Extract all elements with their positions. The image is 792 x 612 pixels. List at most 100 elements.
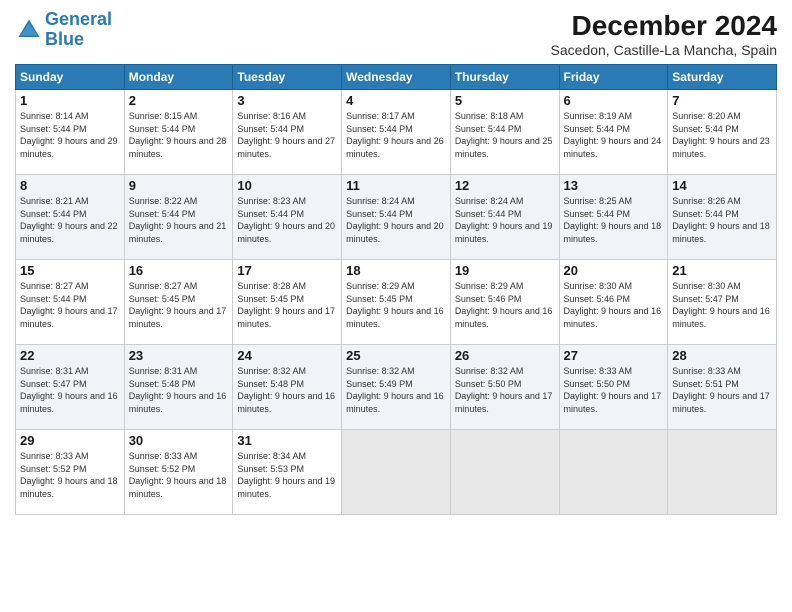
- calendar-subtitle: Sacedon, Castille-La Mancha, Spain: [551, 42, 777, 58]
- day-number: 26: [455, 348, 555, 363]
- day-number: 4: [346, 93, 446, 108]
- table-row: 22 Sunrise: 8:31 AMSunset: 5:47 PMDayligh…: [16, 345, 125, 430]
- col-sunday: Sunday: [16, 65, 125, 90]
- table-row: 14 Sunrise: 8:26 AMSunset: 5:44 PMDayligh…: [668, 175, 777, 260]
- day-number: 16: [129, 263, 229, 278]
- table-row: 18 Sunrise: 8:29 AMSunset: 5:45 PMDayligh…: [342, 260, 451, 345]
- logo-icon: [15, 16, 43, 44]
- calendar-table: Sunday Monday Tuesday Wednesday Thursday…: [15, 64, 777, 515]
- day-info: Sunrise: 8:16 AMSunset: 5:44 PMDaylight:…: [237, 110, 337, 160]
- day-number: 10: [237, 178, 337, 193]
- day-info: Sunrise: 8:29 AMSunset: 5:45 PMDaylight:…: [346, 280, 446, 330]
- day-info: Sunrise: 8:14 AMSunset: 5:44 PMDaylight:…: [20, 110, 120, 160]
- day-number: 23: [129, 348, 229, 363]
- calendar-week-row: 8Sunrise: 8:21 AMSunset: 5:44 PMDaylight…: [16, 175, 777, 260]
- day-number: 19: [455, 263, 555, 278]
- day-number: 7: [672, 93, 772, 108]
- table-row: 25Sunrise: 8:32 AMSunset: 5:49 PMDayligh…: [342, 345, 451, 430]
- day-number: 12: [455, 178, 555, 193]
- day-info: Sunrise: 8:25 AMSunset: 5:44 PMDaylight:…: [564, 195, 664, 245]
- col-monday: Monday: [124, 65, 233, 90]
- day-number: 15: [20, 263, 120, 278]
- day-info: Sunrise: 8:28 AMSunset: 5:45 PMDaylight:…: [237, 280, 337, 330]
- day-info: Sunrise: 8:33 AMSunset: 5:52 PMDaylight:…: [129, 450, 229, 500]
- logo-blue: Blue: [45, 29, 84, 49]
- day-number: 14: [672, 178, 772, 193]
- day-number: 11: [346, 178, 446, 193]
- day-info: Sunrise: 8:32 AMSunset: 5:50 PMDaylight:…: [455, 365, 555, 415]
- col-friday: Friday: [559, 65, 668, 90]
- page: General Blue December 2024 Sacedon, Cast…: [0, 0, 792, 612]
- day-number: 18: [346, 263, 446, 278]
- day-number: 2: [129, 93, 229, 108]
- table-row: 4 Sunrise: 8:17 AMSunset: 5:44 PMDaylight…: [342, 90, 451, 175]
- table-row: [559, 430, 668, 515]
- day-number: 9: [129, 178, 229, 193]
- day-number: 31: [237, 433, 337, 448]
- table-row: 29 Sunrise: 8:33 AMSunset: 5:52 PMDayligh…: [16, 430, 125, 515]
- table-row: 23Sunrise: 8:31 AMSunset: 5:48 PMDayligh…: [124, 345, 233, 430]
- table-row: 26 Sunrise: 8:32 AMSunset: 5:50 PMDayligh…: [450, 345, 559, 430]
- day-info: Sunrise: 8:34 AMSunset: 5:53 PMDaylight:…: [237, 450, 337, 500]
- day-info: Sunrise: 8:24 AMSunset: 5:44 PMDaylight:…: [455, 195, 555, 245]
- table-row: 8Sunrise: 8:21 AMSunset: 5:44 PMDaylight…: [16, 175, 125, 260]
- table-row: 5 Sunrise: 8:18 AMSunset: 5:44 PMDaylight…: [450, 90, 559, 175]
- table-row: 20 Sunrise: 8:30 AMSunset: 5:46 PMDayligh…: [559, 260, 668, 345]
- day-number: 13: [564, 178, 664, 193]
- day-number: 22: [20, 348, 120, 363]
- table-row: 12 Sunrise: 8:24 AMSunset: 5:44 PMDayligh…: [450, 175, 559, 260]
- table-row: 1 Sunrise: 8:14 AMSunset: 5:44 PMDaylight…: [16, 90, 125, 175]
- table-row: 28 Sunrise: 8:33 AMSunset: 5:51 PMDayligh…: [668, 345, 777, 430]
- col-thursday: Thursday: [450, 65, 559, 90]
- day-info: Sunrise: 8:22 AMSunset: 5:44 PMDaylight:…: [129, 195, 229, 245]
- calendar-header-row: Sunday Monday Tuesday Wednesday Thursday…: [16, 65, 777, 90]
- col-saturday: Saturday: [668, 65, 777, 90]
- day-number: 30: [129, 433, 229, 448]
- table-row: 15 Sunrise: 8:27 AMSunset: 5:44 PMDayligh…: [16, 260, 125, 345]
- day-info: Sunrise: 8:33 AMSunset: 5:52 PMDaylight:…: [20, 450, 120, 500]
- title-block: December 2024 Sacedon, Castille-La Manch…: [551, 10, 777, 58]
- day-number: 3: [237, 93, 337, 108]
- table-row: 19 Sunrise: 8:29 AMSunset: 5:46 PMDayligh…: [450, 260, 559, 345]
- logo-text: General Blue: [45, 10, 112, 50]
- day-number: 21: [672, 263, 772, 278]
- day-number: 6: [564, 93, 664, 108]
- table-row: 16Sunrise: 8:27 AMSunset: 5:45 PMDayligh…: [124, 260, 233, 345]
- day-info: Sunrise: 8:33 AMSunset: 5:51 PMDaylight:…: [672, 365, 772, 415]
- day-info: Sunrise: 8:26 AMSunset: 5:44 PMDaylight:…: [672, 195, 772, 245]
- day-info: Sunrise: 8:29 AMSunset: 5:46 PMDaylight:…: [455, 280, 555, 330]
- col-tuesday: Tuesday: [233, 65, 342, 90]
- table-row: [668, 430, 777, 515]
- table-row: 30 Sunrise: 8:33 AMSunset: 5:52 PMDayligh…: [124, 430, 233, 515]
- day-number: 1: [20, 93, 120, 108]
- day-info: Sunrise: 8:23 AMSunset: 5:44 PMDaylight:…: [237, 195, 337, 245]
- table-row: 2Sunrise: 8:15 AMSunset: 5:44 PMDaylight…: [124, 90, 233, 175]
- day-info: Sunrise: 8:30 AMSunset: 5:46 PMDaylight:…: [564, 280, 664, 330]
- table-row: [450, 430, 559, 515]
- table-row: 31 Sunrise: 8:34 AMSunset: 5:53 PMDayligh…: [233, 430, 342, 515]
- day-number: 29: [20, 433, 120, 448]
- day-info: Sunrise: 8:24 AMSunset: 5:44 PMDaylight:…: [346, 195, 446, 245]
- calendar-week-row: 29 Sunrise: 8:33 AMSunset: 5:52 PMDayligh…: [16, 430, 777, 515]
- day-info: Sunrise: 8:17 AMSunset: 5:44 PMDaylight:…: [346, 110, 446, 160]
- table-row: 13 Sunrise: 8:25 AMSunset: 5:44 PMDayligh…: [559, 175, 668, 260]
- day-number: 24: [237, 348, 337, 363]
- table-row: 6 Sunrise: 8:19 AMSunset: 5:44 PMDaylight…: [559, 90, 668, 175]
- day-info: Sunrise: 8:19 AMSunset: 5:44 PMDaylight:…: [564, 110, 664, 160]
- day-info: Sunrise: 8:21 AMSunset: 5:44 PMDaylight:…: [20, 195, 120, 245]
- day-number: 5: [455, 93, 555, 108]
- day-info: Sunrise: 8:27 AMSunset: 5:44 PMDaylight:…: [20, 280, 120, 330]
- logo: General Blue: [15, 10, 112, 50]
- calendar-week-row: 1 Sunrise: 8:14 AMSunset: 5:44 PMDaylight…: [16, 90, 777, 175]
- table-row: 3 Sunrise: 8:16 AMSunset: 5:44 PMDaylight…: [233, 90, 342, 175]
- day-number: 20: [564, 263, 664, 278]
- day-info: Sunrise: 8:32 AMSunset: 5:49 PMDaylight:…: [346, 365, 446, 415]
- table-row: 24Sunrise: 8:32 AMSunset: 5:48 PMDayligh…: [233, 345, 342, 430]
- col-wednesday: Wednesday: [342, 65, 451, 90]
- table-row: 21Sunrise: 8:30 AMSunset: 5:47 PMDayligh…: [668, 260, 777, 345]
- day-info: Sunrise: 8:18 AMSunset: 5:44 PMDaylight:…: [455, 110, 555, 160]
- logo-general: General: [45, 9, 112, 29]
- day-info: Sunrise: 8:31 AMSunset: 5:47 PMDaylight:…: [20, 365, 120, 415]
- day-number: 28: [672, 348, 772, 363]
- calendar-title: December 2024: [551, 10, 777, 42]
